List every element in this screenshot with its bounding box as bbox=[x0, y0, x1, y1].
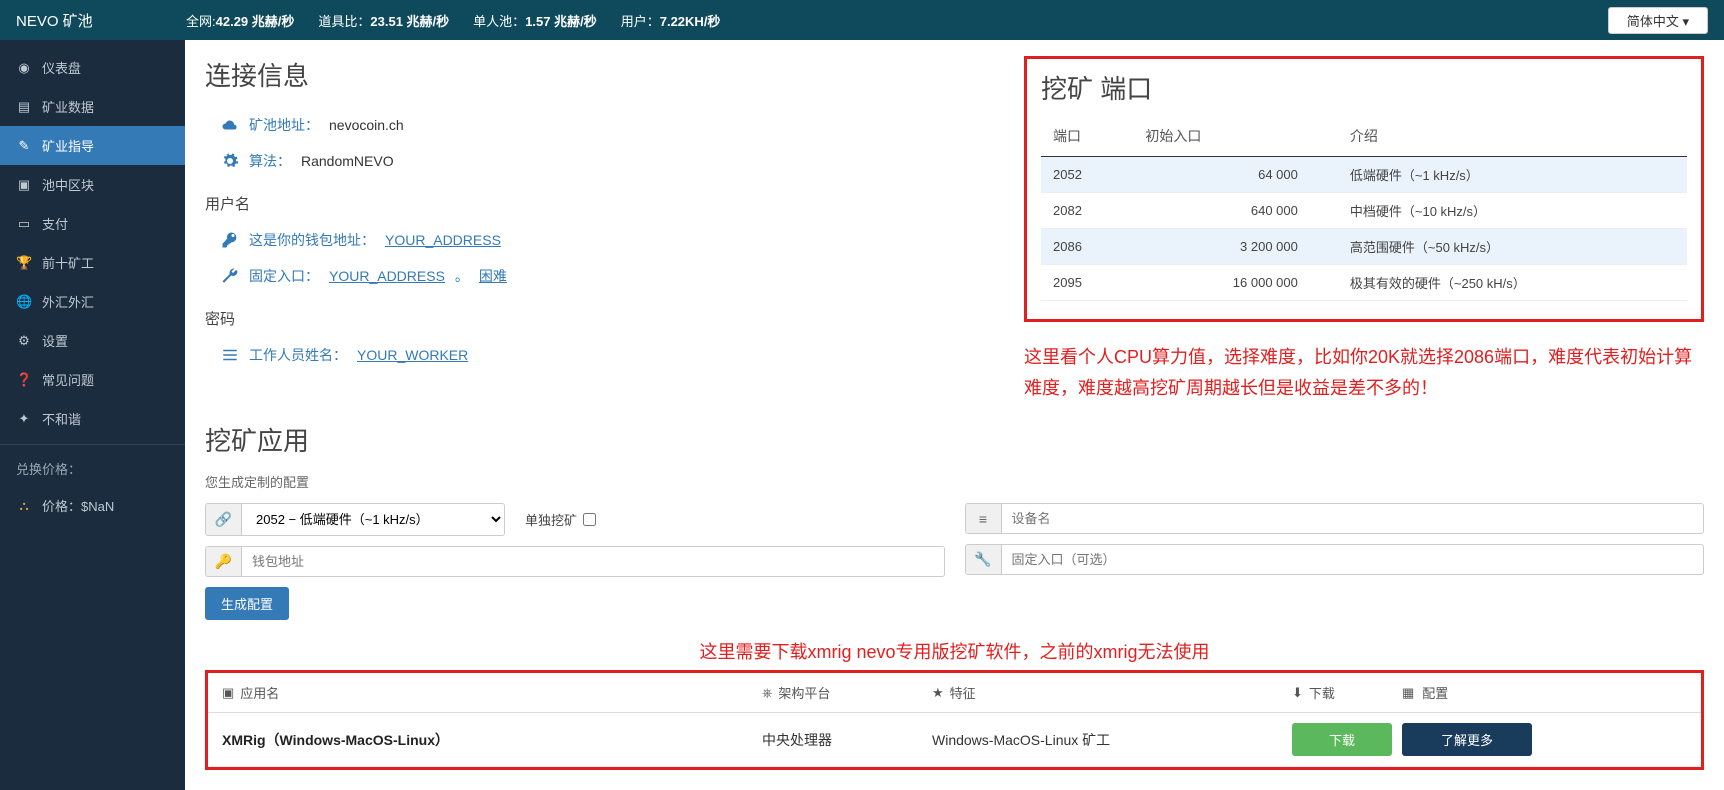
pencil-icon: ✎ bbox=[16, 138, 32, 154]
wrench-icon: 🔧 bbox=[966, 545, 1002, 574]
mining-apps-title: 挖矿应用 bbox=[205, 421, 1704, 458]
list-icon: ≡ bbox=[966, 504, 1002, 533]
ports-title: 挖矿 端口 bbox=[1041, 69, 1687, 106]
stat-pool: 道具比：23.51 兆赫/秒 bbox=[318, 11, 449, 30]
key-icon: 🔑 bbox=[206, 547, 242, 576]
ports-table: 端口 初始入口 介绍 205264 000低端硬件（~1 kHz/s） 2082… bbox=[1041, 116, 1687, 301]
table-row: 209516 000 000极其有效的硬件（~250 kH/s） bbox=[1041, 265, 1687, 301]
sidebar: ◉仪表盘 ▤矿业数据 ✎矿业指导 ▣池中区块 ▭支付 🏆前十矿工 🌐外汇外汇 ⚙… bbox=[0, 0, 185, 790]
config-icon: ▦ bbox=[1402, 685, 1414, 701]
wrench-icon bbox=[221, 267, 239, 285]
money-icon: ▭ bbox=[16, 216, 32, 232]
fixed-value-link[interactable]: YOUR_ADDRESS bbox=[329, 268, 445, 284]
apps-table: ▣应用名 ⎈架构平台 ★特征 ⬇下载 ▦配置 XMRig（Windows-Mac… bbox=[205, 670, 1704, 770]
stats-bar: 全网:42.29 兆赫/秒 道具比：23.51 兆赫/秒 单人池：1.57 兆赫… bbox=[186, 11, 1608, 30]
sidebar-item-dashboard[interactable]: ◉仪表盘 bbox=[0, 48, 185, 87]
star-icon: ★ bbox=[932, 685, 944, 701]
ports-th-diff: 初始入口 bbox=[1133, 116, 1337, 157]
sidebar-item-mining-guide[interactable]: ✎矿业指导 bbox=[0, 126, 185, 165]
apps-row-xmrig: XMRig（Windows-MacOS-Linux） 中央处理器 Windows… bbox=[208, 713, 1701, 767]
device-input[interactable] bbox=[1002, 504, 1704, 533]
brand-title: NEVO 矿池 bbox=[16, 10, 186, 31]
fixed-diff-line: 固定入口：YOUR_ADDRESS。困难 bbox=[205, 258, 1004, 294]
question-icon: ❓ bbox=[16, 372, 32, 388]
wallet-line: 这是你的钱包地址：YOUR_ADDRESS bbox=[205, 222, 1004, 258]
coin-icon: ⛬ bbox=[16, 498, 32, 514]
sidebar-item-settings[interactable]: ⚙设置 bbox=[0, 321, 185, 360]
connection-title: 连接信息 bbox=[205, 56, 1004, 93]
stat-user: 用户：7.22KH/秒 bbox=[621, 11, 721, 30]
ports-th-port: 端口 bbox=[1041, 116, 1133, 157]
gear-icon: ⚙ bbox=[16, 333, 32, 349]
sidebar-item-mining-data[interactable]: ▤矿业数据 bbox=[0, 87, 185, 126]
config-panel: 您生成定制的配置 🔗 2052 − 低端硬件（~1 kHz/s） 单独挖矿 🔑 bbox=[205, 472, 1704, 620]
wallet-input-group: 🔑 bbox=[205, 546, 945, 577]
generate-config-button[interactable]: 生成配置 bbox=[205, 587, 289, 620]
port-select[interactable]: 2052 − 低端硬件（~1 kHz/s） bbox=[242, 504, 504, 535]
pool-address-line: 矿池地址：nevocoin.ch bbox=[205, 107, 1004, 143]
sidebar-item-blocks[interactable]: ▣池中区块 bbox=[0, 165, 185, 204]
table-row: 205264 000低端硬件（~1 kHz/s） bbox=[1041, 157, 1687, 193]
cloud-icon bbox=[221, 116, 239, 134]
config-hint: 您生成定制的配置 bbox=[205, 472, 1704, 491]
port-select-group: 🔗 2052 − 低端硬件（~1 kHz/s） bbox=[205, 503, 505, 536]
dashboard-icon: ◉ bbox=[16, 60, 32, 76]
stat-network: 全网:42.29 兆赫/秒 bbox=[186, 11, 294, 30]
ports-panel: 挖矿 端口 端口 初始入口 介绍 205264 000低端硬件（~1 kHz/s… bbox=[1024, 56, 1704, 322]
sidebar-item-faq[interactable]: ❓常见问题 bbox=[0, 360, 185, 399]
trophy-icon: 🏆 bbox=[16, 255, 32, 271]
wallet-input[interactable] bbox=[242, 547, 944, 576]
globe-icon: 🌐 bbox=[16, 294, 32, 310]
diff-input[interactable] bbox=[1002, 545, 1704, 574]
sidebar-item-discord[interactable]: ✦不和谐 bbox=[0, 399, 185, 438]
username-subhead: 用户名 bbox=[205, 193, 1004, 214]
table-row: 20863 200 000高范围硬件（~50 kHz/s） bbox=[1041, 229, 1687, 265]
fixed-diff-link[interactable]: 困难 bbox=[479, 266, 507, 286]
app-icon: ▣ bbox=[222, 685, 234, 701]
language-select[interactable]: 简体中文 ▾ bbox=[1608, 7, 1708, 34]
list-icon bbox=[221, 346, 239, 364]
device-input-group: ≡ bbox=[965, 503, 1705, 534]
diff-input-group: 🔧 bbox=[965, 544, 1705, 575]
annotation-ports: 这里看个人CPU算力值，选择难度，比如你20K就选择2086端口，难度代表初始计… bbox=[1024, 342, 1704, 403]
worker-value-link[interactable]: YOUR_WORKER bbox=[357, 347, 468, 363]
sidebar-item-payments[interactable]: ▭支付 bbox=[0, 204, 185, 243]
apps-header-row: ▣应用名 ⎈架构平台 ★特征 ⬇下载 ▦配置 bbox=[208, 673, 1701, 713]
worker-line: 工作人员姓名：YOUR_WORKER bbox=[205, 337, 1004, 373]
sidebar-item-exchange[interactable]: 🌐外汇外汇 bbox=[0, 282, 185, 321]
table-row: 2082640 000中档硬件（~10 kHz/s） bbox=[1041, 193, 1687, 229]
solo-mining-checkbox[interactable]: 单独挖矿 bbox=[525, 510, 596, 529]
link-icon: 🔗 bbox=[206, 504, 242, 535]
key-icon bbox=[221, 231, 239, 249]
gears-icon bbox=[221, 152, 239, 170]
main-content: 连接信息 矿池地址：nevocoin.ch 算法：RandomNEVO 用户名 … bbox=[185, 0, 1724, 790]
wallet-value-link[interactable]: YOUR_ADDRESS bbox=[385, 232, 501, 248]
price-group-label: 兑换价格： bbox=[0, 451, 185, 486]
arch-icon: ⎈ bbox=[762, 685, 772, 701]
download-icon: ⬇ bbox=[1292, 685, 1303, 701]
sidebar-item-price[interactable]: ⛬价格：$NaN bbox=[0, 486, 185, 525]
cubes-icon: ▣ bbox=[16, 177, 32, 193]
algo-line: 算法：RandomNEVO bbox=[205, 143, 1004, 179]
ports-th-desc: 介绍 bbox=[1338, 116, 1687, 157]
sidebar-item-top-miners[interactable]: 🏆前十矿工 bbox=[0, 243, 185, 282]
stat-solo: 单人池：1.57 兆赫/秒 bbox=[473, 11, 597, 30]
annotation-xmrig: 这里需要下载xmrig nevo专用版挖矿软件，之前的xmrig无法使用 bbox=[205, 638, 1704, 664]
password-subhead: 密码 bbox=[205, 308, 1004, 329]
chart-icon: ▤ bbox=[16, 99, 32, 115]
discord-icon: ✦ bbox=[16, 411, 32, 427]
topbar: NEVO 矿池 全网:42.29 兆赫/秒 道具比：23.51 兆赫/秒 单人池… bbox=[0, 0, 1724, 40]
